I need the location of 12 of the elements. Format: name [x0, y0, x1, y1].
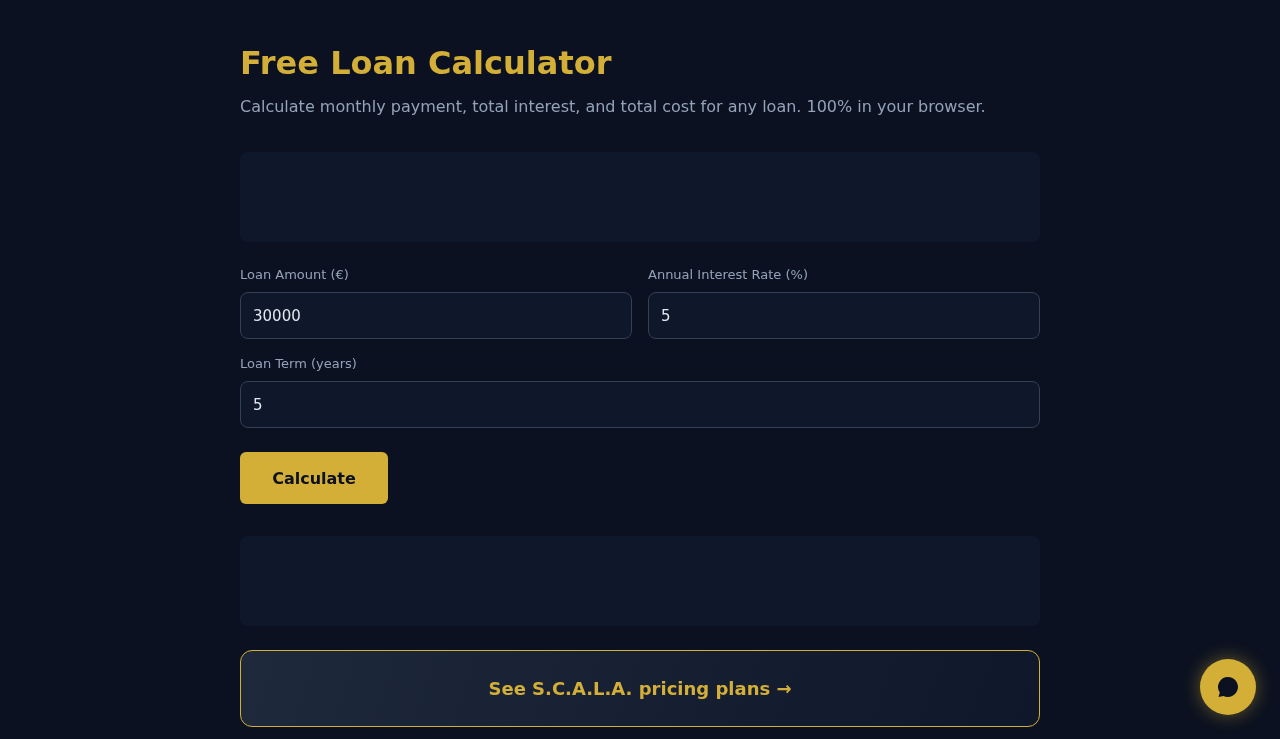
chat-bubble-icon — [1217, 676, 1239, 698]
page-subtitle: Calculate monthly payment, total interest, and total cost for any loan. 100% in your browser. — [240, 96, 986, 118]
chat-button[interactable] — [1200, 659, 1256, 715]
calculate-button[interactable]: Calculate — [240, 452, 388, 504]
field-label: Loan Term (years) — [240, 356, 357, 372]
field-label: Annual Interest Rate (%) — [648, 267, 808, 283]
input-field[interactable]: 5 — [648, 292, 1040, 339]
input-field[interactable]: 30000 — [240, 292, 632, 339]
field-label: Loan Amount (€) — [240, 267, 349, 283]
pricing-link[interactable]: See S.C.A.L.A. pricing plans → — [240, 650, 1040, 727]
page-title: Free Loan Calculator — [240, 43, 612, 83]
input-field[interactable]: 5 — [240, 381, 1040, 428]
